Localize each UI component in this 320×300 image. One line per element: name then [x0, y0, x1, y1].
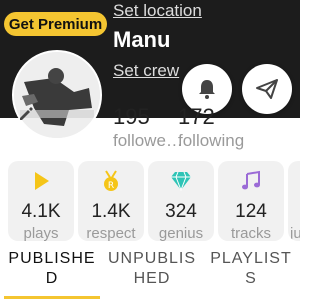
partial-card[interactable]: ju: [288, 161, 300, 241]
genius-label: genius: [158, 225, 204, 241]
tab-playlists-label: PLAYLIST S: [210, 250, 292, 287]
edit-pencil-icon[interactable]: [14, 102, 38, 126]
tab-published-label: PUBLISHE D: [8, 250, 96, 287]
plays-card[interactable]: 4.1K plays: [8, 161, 74, 241]
svg-text:R: R: [108, 181, 114, 191]
plays-label: plays: [23, 225, 59, 241]
tracks-label: tracks: [230, 225, 271, 241]
profile-name: Manu: [113, 27, 171, 52]
tab-unpublished-label: UNPUBLIS HED: [107, 250, 197, 287]
following-label[interactable]: following: [178, 131, 244, 151]
respect-medal-icon: R: [78, 169, 144, 193]
stats-cards: 4.1K plays R 1.4K respect 324 genius 124…: [0, 153, 300, 243]
diamond-icon: [148, 169, 214, 193]
following-count[interactable]: 172: [178, 104, 215, 130]
set-location-link[interactable]: Set location: [113, 0, 202, 22]
bell-icon: [199, 80, 215, 99]
tracks-card[interactable]: 124 tracks: [218, 161, 284, 241]
music-note-icon: [218, 169, 284, 193]
respect-value: 1.4K: [91, 201, 131, 222]
tracks-value: 124: [235, 201, 267, 222]
followers-count[interactable]: 195: [113, 104, 150, 130]
get-premium-button[interactable]: Get Premium: [4, 12, 107, 36]
respect-label: respect: [86, 225, 136, 241]
set-crew-link[interactable]: Set crew: [113, 60, 179, 82]
avatar[interactable]: [12, 50, 102, 140]
plays-value: 4.1K: [21, 201, 61, 222]
paper-plane-icon: [256, 79, 278, 99]
followers-label[interactable]: followe…: [113, 131, 183, 151]
tab-bar: PUBLISHE D UNPUBLIS HED PLAYLIST S: [0, 246, 300, 300]
tab-playlists[interactable]: PLAYLIST S: [204, 246, 298, 300]
respect-card[interactable]: R 1.4K respect: [78, 161, 144, 241]
partial-card-label: ju: [290, 225, 300, 241]
genius-value: 324: [165, 201, 197, 222]
play-icon: [8, 169, 74, 193]
tab-unpublished[interactable]: UNPUBLIS HED: [104, 246, 200, 300]
tab-published[interactable]: PUBLISHE D: [4, 246, 100, 300]
send-message-button[interactable]: [242, 64, 292, 114]
genius-card[interactable]: 324 genius: [148, 161, 214, 241]
active-tab-indicator: [4, 296, 100, 299]
